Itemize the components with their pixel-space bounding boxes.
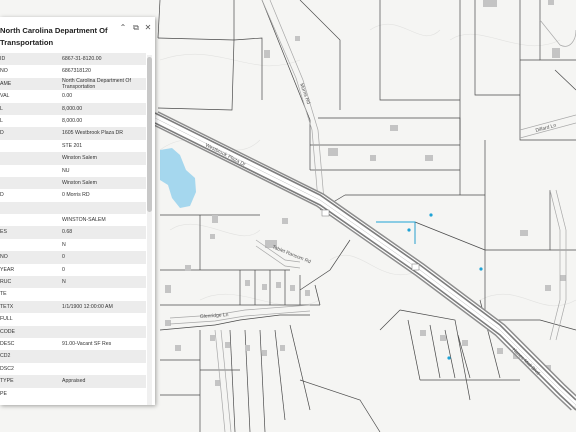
attribute-key: ES — [0, 229, 7, 236]
attribute-value: 6867-31-8120.00 — [62, 56, 102, 62]
attribute-table: ID 6867-31-8120.00 NO 6867318120 AME North Ca… — [0, 53, 146, 400]
attribute-row: ES 0.68 — [0, 226, 146, 239]
attribute-row: TE — [0, 288, 146, 301]
attribute-key: AME — [0, 80, 12, 87]
attribute-key — [0, 214, 58, 226]
attribute-row: TYPE Appraised — [0, 375, 146, 388]
attribute-row: DESC 91.00-Vacant SF Res — [0, 337, 146, 351]
attribute-value: North Carolina Department Of Transportat… — [62, 78, 131, 91]
attribute-key: NO — [0, 68, 8, 75]
attribute-key: YEAR — [0, 266, 15, 273]
attribute-row: WINSTON-SALEM — [0, 214, 146, 227]
attribute-value — [62, 288, 144, 300]
attribute-row: AME North Carolina Department Of Transpor… — [0, 77, 146, 91]
attribute-key: D — [0, 130, 4, 137]
attribute-row: PE — [0, 387, 146, 400]
attribute-row: ID 6867-31-8120.00 — [0, 53, 146, 66]
attribute-key: TETX — [0, 303, 14, 310]
attribute-value — [62, 350, 144, 362]
attribute-row: Winston Salem — [0, 176, 146, 190]
attribute-key — [0, 177, 58, 189]
attribute-key: CD2 — [0, 353, 11, 360]
attribute-key: VAL — [0, 93, 10, 100]
attribute-value: Winston Salem — [62, 179, 97, 186]
attribute-key — [0, 140, 58, 152]
attribute-row: N — [0, 238, 146, 252]
attribute-value — [62, 326, 144, 338]
attribute-row: Winston Salem — [0, 152, 146, 165]
attribute-value: Winston Salem — [62, 155, 97, 162]
attribute-value: 0 — [62, 254, 65, 261]
attribute-key: ID — [0, 56, 6, 62]
attribute-value: STE 201 — [62, 142, 83, 149]
close-icon[interactable]: ✕ — [143, 23, 153, 33]
attribute-row: DSC2 — [0, 362, 146, 376]
attribute-value: 8,000.00 — [62, 117, 83, 124]
attribute-value: 91.00-Vacant SF Res — [62, 340, 112, 347]
attribute-key: L — [0, 117, 3, 124]
attribute-row: TETX 1/1/1900 12:00:00 AM — [0, 300, 146, 314]
popup-scrollbar[interactable] — [147, 55, 152, 405]
attribute-row: L 8,000.00 — [0, 114, 146, 128]
attribute-key: RUC — [0, 279, 12, 286]
attribute-value: NU — [62, 167, 70, 174]
attribute-value: 0.00 — [62, 93, 73, 100]
attribute-value: WINSTON-SALEM — [62, 217, 106, 224]
attribute-key — [0, 202, 58, 214]
attribute-row — [0, 201, 146, 215]
attribute-value — [62, 363, 144, 375]
attribute-key: NO — [0, 254, 8, 261]
attribute-row: YEAR 0 — [0, 263, 146, 277]
attribute-key — [0, 239, 58, 251]
attribute-value: 0 Morris RD — [62, 192, 90, 199]
attribute-value: N — [62, 279, 66, 286]
collapse-chevron-icon[interactable]: ⌃ — [118, 23, 128, 33]
attribute-key: DSC2 — [0, 365, 14, 372]
attribute-key — [0, 165, 58, 177]
attribute-key: FULL — [0, 316, 13, 323]
attribute-value — [62, 202, 144, 214]
attribute-value — [62, 313, 144, 325]
attribute-key: DESC — [0, 340, 15, 347]
dock-icon[interactable]: ⧉ — [131, 23, 141, 33]
scrollbar-thumb[interactable] — [147, 57, 152, 212]
popup-header: North Carolina Department Of Transportat… — [0, 17, 155, 53]
attribute-key: L — [0, 105, 3, 112]
attribute-row: NO 0 — [0, 251, 146, 264]
attribute-row: D 1605 Westbrook Plaza DR — [0, 127, 146, 140]
attribute-key: PE — [0, 390, 7, 397]
attribute-row: STE 201 — [0, 139, 146, 153]
attribute-row: NO 6867318120 — [0, 65, 146, 78]
attribute-value — [62, 388, 144, 400]
attribute-value: 0 — [62, 266, 65, 273]
attribute-row: NU — [0, 164, 146, 177]
attribute-row: FULL — [0, 313, 146, 326]
attribute-value: 8,000.00 — [62, 105, 83, 112]
attribute-row: VAL 0.00 — [0, 90, 146, 103]
attribute-value: 6867318120 — [62, 68, 91, 75]
attribute-value: 1/1/1900 12:00:00 AM — [62, 303, 113, 310]
popup-title: North Carolina Department Of Transportat… — [0, 26, 108, 47]
attribute-key: D — [0, 192, 4, 199]
attribute-row: L 8,000.00 — [0, 102, 146, 115]
attribute-value: N — [62, 241, 66, 248]
attribute-value: 0.68 — [62, 229, 73, 236]
attribute-popup[interactable]: North Carolina Department Of Transportat… — [0, 17, 155, 405]
attribute-row: D 0 Morris RD — [0, 189, 146, 202]
attribute-row: CD2 — [0, 350, 146, 363]
attribute-row: RUC N — [0, 276, 146, 289]
attribute-key — [0, 152, 58, 164]
attribute-key: TE — [0, 291, 7, 298]
attribute-key: CODE — [0, 328, 15, 335]
attribute-key: TYPE — [0, 378, 14, 385]
attribute-row: CODE — [0, 325, 146, 338]
attribute-value: Appraised — [62, 378, 86, 385]
attribute-value: 1605 Westbrook Plaza DR — [62, 130, 124, 137]
